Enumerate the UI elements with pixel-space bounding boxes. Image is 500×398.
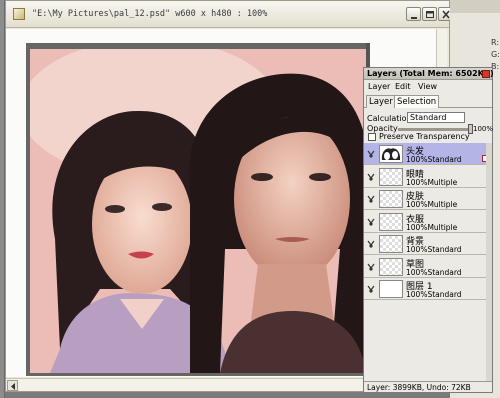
opacity-slider[interactable] (398, 128, 470, 131)
layer-thumbnail (379, 145, 403, 163)
green-label: G: (491, 50, 500, 59)
layers-tabs: Layer Selection (364, 94, 492, 108)
color-window-titlebar[interactable] (450, 0, 500, 13)
layers-title: Layers (Total Mem: 6502KB) (367, 69, 494, 78)
layer-thumbnail (379, 167, 403, 186)
layer-blend-mode: 100%Multiple (406, 177, 458, 187)
layer-list-scrollbar[interactable] (486, 143, 492, 381)
preserve-transparency-label: Preserve Transparency (379, 132, 470, 141)
minimize-icon (411, 17, 417, 19)
layers-palette: Layers (Total Mem: 6502KB) Layer Edit Vi… (363, 67, 494, 393)
preserve-transparency-checkbox[interactable] (368, 133, 376, 141)
visibility-eye-icon[interactable] (366, 239, 376, 249)
layers-menubar: Layer Edit View (364, 81, 492, 93)
menu-view[interactable]: View (418, 82, 437, 91)
minimize-button[interactable] (406, 7, 421, 21)
layer-blend-mode: 100%Multiple (406, 200, 458, 209)
layer-thumbnail (379, 190, 403, 208)
visibility-eye-icon[interactable] (366, 217, 376, 227)
image-window-titlebar[interactable]: "E:\My Pictures\pal_12.psd" w600 x h480 … (6, 1, 453, 28)
layer-blend-mode: 100%Standard (406, 155, 462, 164)
opacity-value: 100% (473, 125, 494, 133)
layer-row[interactable]: 图层 1 100%Standard (364, 278, 492, 300)
scroll-left-button[interactable] (7, 380, 18, 391)
artwork-image[interactable] (30, 49, 366, 373)
document-icon (13, 8, 25, 20)
tab-layer[interactable]: Layer (366, 95, 396, 108)
visibility-eye-icon[interactable] (366, 194, 376, 204)
image-window-title: "E:\My Pictures\pal_12.psd" w600 x h480 … (32, 9, 268, 19)
menu-edit[interactable]: Edit (395, 82, 411, 91)
layer-row[interactable]: 头发 100%Standard (364, 143, 492, 165)
layer-row[interactable]: 草图 100%Standard (364, 256, 492, 278)
artwork-illustration (30, 49, 366, 373)
layer-blend-mode: 100%Multiple (406, 222, 458, 232)
layer-thumbnail (379, 280, 403, 298)
layer-blend-mode: 100%Standard (406, 267, 462, 277)
visibility-eye-icon[interactable] (366, 149, 376, 159)
menu-layer[interactable]: Layer (368, 82, 390, 91)
layers-close-button[interactable] (482, 70, 490, 78)
layer-thumbnail (379, 257, 403, 276)
visibility-eye-icon[interactable] (366, 172, 376, 182)
layers-status-bar: Layer: 3899KB, Undo: 72KB (364, 381, 492, 393)
layer-blend-mode: 100%Standard (406, 245, 462, 254)
maximize-icon (426, 11, 434, 18)
memory-status: Layer: 3899KB, Undo: 72KB (367, 383, 471, 392)
layers-titlebar[interactable]: Layers (Total Mem: 6502KB) (364, 68, 494, 80)
calculation-label: Calculation (367, 114, 412, 123)
tab-selection[interactable]: Selection (394, 95, 440, 108)
layer-blend-mode: 100%Standard (406, 290, 462, 299)
red-label: R: (491, 38, 500, 47)
visibility-eye-icon[interactable] (366, 284, 376, 294)
arrow-left-icon (11, 383, 15, 390)
layer-thumbnail (379, 235, 403, 253)
layer-list: 头发 100%Standard 眼睛 100%Multiple 皮肤 100%Multip… (364, 143, 492, 381)
layer-row[interactable]: 皮肤 100%Multiple (364, 188, 492, 210)
layer-row[interactable]: 眼睛 100%Multiple (364, 166, 492, 188)
layer-row[interactable]: 背景 100%Standard (364, 233, 492, 255)
visibility-eye-icon[interactable] (366, 262, 376, 272)
calculation-select[interactable]: Standard (407, 112, 465, 123)
layer-thumbnail (379, 212, 403, 231)
layer-row[interactable]: 衣服 100%Multiple (364, 211, 492, 233)
maximize-button[interactable] (422, 7, 437, 21)
